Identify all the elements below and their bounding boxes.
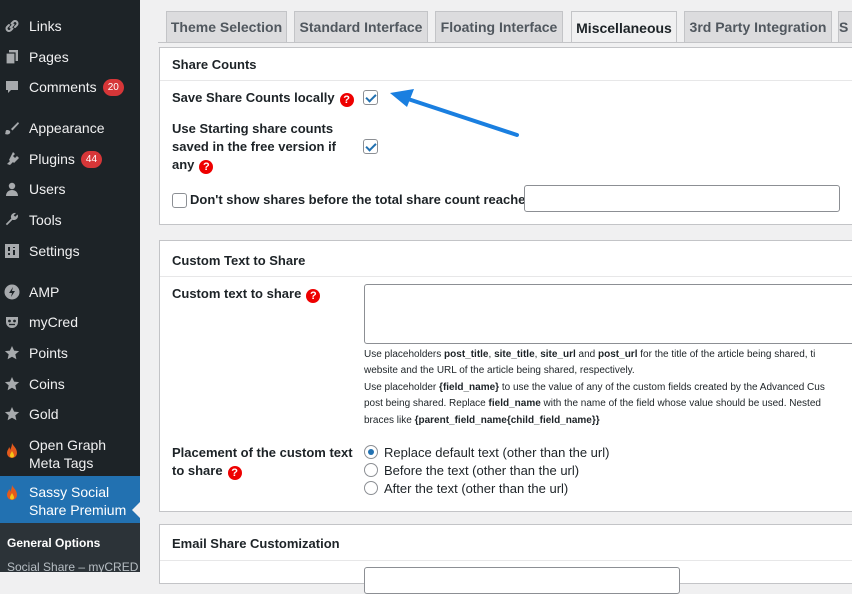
custom-text-label: Custom text to share	[172, 286, 302, 301]
flame-icon	[3, 484, 21, 502]
share-count-threshold-input[interactable]	[524, 185, 840, 212]
wrench-icon	[3, 211, 21, 229]
help-icon[interactable]: ?	[199, 160, 214, 174]
active-menu-pointer	[132, 502, 140, 518]
sidebar-item-users[interactable]: Users	[0, 180, 140, 198]
brush-icon	[3, 119, 21, 137]
sidebar-item-points[interactable]: Points	[0, 344, 140, 362]
sidebar-item-label: Users	[29, 181, 66, 197]
sidebar-item-label: Links	[29, 18, 62, 34]
annotation-arrow	[390, 89, 519, 137]
sidebar-item-label: Sassy Social Share Premium	[29, 484, 127, 518]
dont-show-shares-label: Don't show shares before the total share…	[190, 192, 533, 207]
sidebar-item-tools[interactable]: Tools	[0, 211, 140, 229]
sidebar-item-label: Points	[29, 345, 68, 361]
placement-option-before: Before the text (other than the url)	[384, 463, 580, 478]
sidebar-item-links[interactable]: Links	[0, 17, 140, 35]
sidebar-item-label: Plugins	[29, 151, 75, 167]
sidebar-item-label: Appearance	[29, 120, 105, 136]
sidebar-item-label: AMP	[29, 284, 60, 300]
sidebar-item-label: Pages	[29, 49, 69, 65]
placement-option-replace: Replace default text (other than the url…	[384, 445, 610, 460]
star-icon	[3, 375, 21, 393]
placeholder-hint-line3: Use placeholder {field_name} to use the …	[364, 382, 825, 393]
starting-share-counts-label-line2: saved in the free version if	[172, 139, 337, 154]
sidebar-item-gold[interactable]: Gold	[0, 405, 140, 423]
placeholder-hint-line2: website and the URL of the article being…	[364, 365, 635, 376]
sidebar-item-comments[interactable]: Comments 20	[0, 78, 140, 96]
settings-icon	[3, 242, 21, 260]
panel-divider	[160, 80, 852, 81]
tab-standard-interface[interactable]: Standard Interface	[294, 11, 428, 42]
pages-icon	[3, 48, 21, 66]
plugin-icon	[3, 150, 21, 168]
tab-3rd-party-integration[interactable]: 3rd Party Integration	[684, 11, 832, 42]
sidebar-item-settings[interactable]: Settings	[0, 242, 140, 260]
sidebar-item-coins[interactable]: Coins	[0, 375, 140, 393]
placeholder-hint-line5: braces like {parent_field_name{child_fie…	[364, 415, 600, 426]
custom-text-textarea[interactable]	[364, 284, 852, 344]
dont-show-shares-checkbox[interactable]	[172, 193, 187, 208]
submenu-item-social-share-mycred[interactable]: Social Share – myCRED	[7, 560, 138, 572]
placement-radio-replace[interactable]	[364, 445, 378, 459]
placement-label-line1: Placement of the custom text	[172, 445, 353, 460]
custom-text-panel: Custom Text to Share Custom text to shar…	[159, 240, 852, 512]
sidebar-item-amp[interactable]: AMP	[0, 283, 140, 301]
custom-text-heading: Custom Text to Share	[172, 253, 306, 268]
placement-option-after: After the text (other than the url)	[384, 481, 569, 496]
sidebar-item-label: Gold	[29, 406, 59, 422]
placeholder-hint-line1: Use placeholders post_title, site_title,…	[364, 349, 816, 360]
sidebar-submenu: General Options Social Share – myCRED	[0, 523, 140, 572]
submenu-item-general-options[interactable]: General Options	[7, 536, 100, 550]
sidebar-item-label: Settings	[29, 243, 80, 259]
placeholder-hint-line4: post being shared. Replace field_name wi…	[364, 398, 821, 409]
sidebar-item-mycred[interactable]: myCred	[0, 313, 140, 331]
placement-label-line2: to share	[172, 463, 223, 478]
user-icon	[3, 180, 21, 198]
starting-share-counts-label-line3: any	[172, 157, 195, 172]
amp-icon	[3, 283, 21, 301]
share-counts-heading: Share Counts	[172, 57, 257, 72]
sidebar-item-sassy-social-share[interactable]: Sassy Social Share Premium	[0, 476, 140, 523]
email-share-heading: Email Share Customization	[172, 536, 340, 551]
starting-share-counts-checkbox[interactable]	[363, 139, 378, 154]
help-icon[interactable]: ?	[227, 466, 242, 480]
sidebar-item-plugins[interactable]: Plugins 44	[0, 150, 140, 168]
save-share-counts-checkbox[interactable]	[363, 90, 378, 105]
help-icon[interactable]: ?	[306, 289, 321, 303]
sidebar-item-appearance[interactable]: Appearance	[0, 119, 140, 137]
sidebar-item-label: Coins	[29, 376, 65, 392]
star-icon	[3, 405, 21, 423]
email-share-input[interactable]	[364, 567, 680, 594]
link-icon	[3, 17, 21, 35]
tabs-baseline	[158, 42, 852, 43]
help-icon[interactable]: ?	[339, 93, 354, 107]
tab-floating-interface[interactable]: Floating Interface	[435, 11, 563, 42]
tab-overflow[interactable]: S	[838, 11, 852, 42]
star-icon	[3, 344, 21, 362]
comments-icon	[3, 78, 21, 96]
plugins-count-badge: 44	[80, 151, 103, 168]
tab-miscellaneous[interactable]: Miscellaneous	[571, 11, 677, 43]
sidebar-item-label: myCred	[29, 314, 79, 330]
comments-count-badge: 20	[102, 79, 124, 96]
mycred-icon	[3, 313, 21, 331]
flame-icon	[3, 442, 21, 460]
save-share-counts-label: Save Share Counts locally	[172, 90, 335, 105]
sidebar-item-label: Tools	[29, 212, 62, 228]
placement-radio-after[interactable]	[364, 481, 378, 495]
sidebar-item-pages[interactable]: Pages	[0, 48, 140, 66]
email-share-panel: Email Share Customization	[159, 524, 852, 594]
sidebar-item-label: Open Graph Meta Tags	[29, 437, 107, 471]
sidebar-item-label: Comments	[29, 79, 97, 95]
placement-radio-before[interactable]	[364, 463, 378, 477]
admin-sidebar: Links Pages Comments 20 Appearance Plugin…	[0, 0, 140, 572]
panel-divider	[160, 276, 852, 277]
panel-divider	[160, 560, 852, 561]
sidebar-item-open-graph[interactable]: Open Graph Meta Tags	[0, 436, 140, 472]
starting-share-counts-label-line1: Use Starting share counts	[172, 121, 334, 136]
tab-theme-selection[interactable]: Theme Selection	[166, 11, 287, 42]
